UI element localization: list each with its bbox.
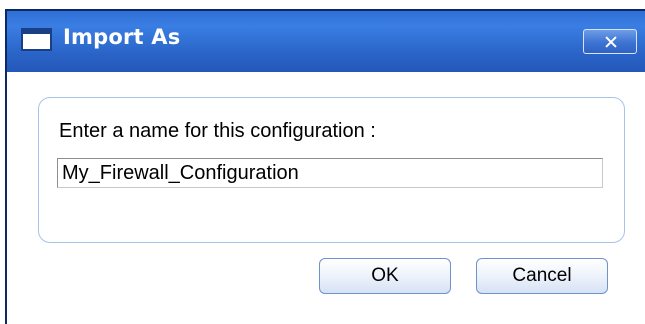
name-prompt-label: Enter a name for this configuration :	[59, 120, 376, 142]
configuration-name-input[interactable]	[57, 158, 603, 188]
ok-button[interactable]: OK	[319, 258, 451, 294]
window-icon	[21, 28, 52, 51]
dialog-title: Import As	[63, 25, 181, 49]
name-groupbox: Enter a name for this configuration :	[38, 97, 625, 243]
cancel-button[interactable]: Cancel	[476, 258, 608, 294]
dialog-content: Enter a name for this configuration : OK…	[7, 72, 645, 324]
import-as-dialog: Import As Enter a name for this configur…	[5, 9, 645, 324]
close-button[interactable]	[583, 29, 637, 54]
title-bar[interactable]: Import As	[7, 11, 645, 72]
